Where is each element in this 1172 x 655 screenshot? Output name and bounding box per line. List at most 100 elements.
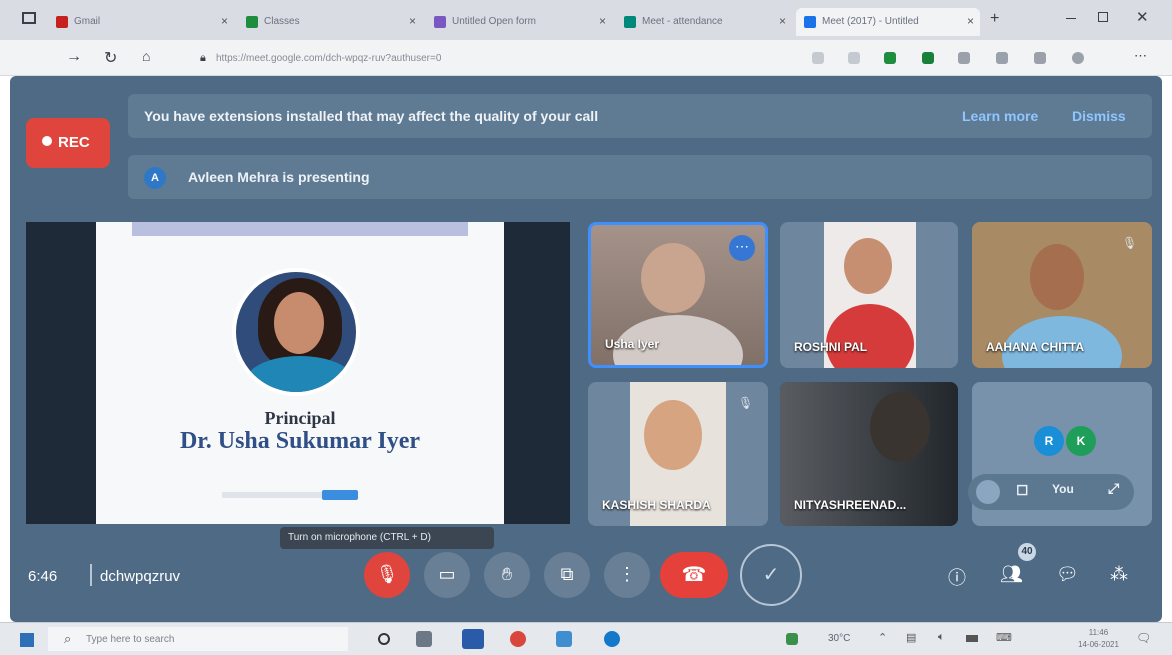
battery-icon[interactable] [966, 635, 978, 642]
word-icon[interactable] [462, 629, 484, 649]
tab-label: Meet (2017) - Untitled [822, 16, 919, 27]
profile-icon[interactable] [1072, 52, 1084, 64]
leave-call-button[interactable]: ☎︎ [660, 552, 728, 598]
extension-icon[interactable] [812, 52, 824, 64]
participant-face [1030, 244, 1084, 310]
browser-tab-4[interactable]: Meet - attendance × [616, 8, 792, 36]
back-icon[interactable]: → [66, 48, 82, 66]
people-icon[interactable]: 👥︎ [1000, 564, 1023, 585]
tray-icon[interactable] [786, 633, 798, 645]
tab-label: Gmail [74, 16, 101, 27]
chat-icon[interactable]: 💬︎ [1056, 564, 1079, 585]
participant-face [641, 243, 705, 313]
tray-arrow-icon[interactable]: ⌃ [878, 631, 887, 644]
home-icon[interactable]: ⌂ [142, 48, 150, 64]
learn-more-link[interactable]: Learn more [962, 108, 1038, 124]
file-explorer-icon[interactable] [416, 631, 432, 647]
minimize-icon[interactable] [1066, 18, 1076, 19]
camera-toggle-button[interactable]: ▭ [424, 552, 470, 598]
close-icon[interactable]: × [599, 14, 606, 28]
slide-header-bar [132, 222, 468, 236]
participant-tile[interactable]: ROSHNI PAL [780, 222, 958, 368]
self-label: You [1052, 482, 1074, 496]
notifications-icon[interactable]: 🗨︎ [1136, 631, 1151, 645]
raise-hand-button[interactable]: ✋︎ [484, 552, 530, 598]
system-clock[interactable]: 11:46 14-06-2021 [1078, 627, 1119, 651]
taskbar-search-field[interactable]: ⌕ Type here to search [48, 627, 348, 651]
close-icon[interactable]: × [221, 14, 228, 28]
close-icon[interactable]: × [409, 14, 416, 28]
weather-temperature[interactable]: 30°C [828, 633, 850, 644]
new-tab-button[interactable]: + [990, 10, 999, 28]
extension-icon[interactable] [1034, 52, 1046, 64]
participant-face [644, 400, 702, 470]
presenter-avatar: A [144, 167, 166, 189]
participant-tile[interactable]: ⋯ Usha Iyer [588, 222, 768, 368]
search-placeholder: Type here to search [86, 634, 175, 645]
browser-tab-2[interactable]: Classes × [238, 8, 422, 36]
tab-label: Meet - attendance [642, 16, 723, 27]
principal-portrait [232, 268, 360, 396]
slide-footer-button [322, 490, 358, 500]
close-icon[interactable]: × [779, 14, 786, 28]
self-view-controls: ◻ You ⤢ [968, 474, 1134, 510]
participant-name: Usha Iyer [605, 337, 660, 351]
close-icon[interactable]: × [967, 14, 974, 28]
browser-tab-3[interactable]: Untitled Open form × [426, 8, 612, 36]
browser-tab-active[interactable]: Meet (2017) - Untitled × [796, 8, 980, 36]
volume-icon[interactable]: 🔈︎ [938, 631, 945, 644]
extension-icon[interactable] [848, 52, 860, 64]
self-camera-icon[interactable]: ◻ [1016, 480, 1028, 498]
participant-tile[interactable]: 🎙︎ AAHANA CHITTA [972, 222, 1152, 368]
participant-tile[interactable]: NITYASHREENAD... [780, 382, 958, 526]
slide-role: Principal [264, 408, 336, 428]
edge-icon[interactable] [604, 631, 620, 647]
url-field[interactable]: https://meet.google.com/dch-wpqz-ruv?aut… [216, 48, 836, 70]
participant-tile[interactable]: 🎙︎ KASHISH SHARDA [588, 382, 768, 526]
window-icon[interactable] [22, 12, 36, 24]
activities-icon[interactable]: ⁂ [1110, 564, 1128, 585]
rec-label: REC [58, 134, 90, 151]
present-screen-button[interactable]: ⧉ [544, 552, 590, 598]
tab-favicon [804, 16, 816, 28]
search-icon: ⌕ [64, 631, 72, 646]
extension-check-icon[interactable] [884, 52, 896, 64]
tab-label: Classes [264, 16, 300, 27]
participant-avatar: R [1034, 426, 1064, 456]
clock-date: 14-06-2021 [1078, 640, 1119, 649]
keyboard-icon[interactable]: ⌨︎ [996, 631, 1012, 644]
network-icon[interactable]: ▤ [906, 631, 916, 644]
meeting-code: dchwpqzruv [100, 568, 181, 585]
browser-tab-1[interactable]: Gmail × [48, 8, 234, 36]
info-icon[interactable]: ⓘ [948, 564, 966, 590]
extension-icon[interactable] [958, 52, 970, 64]
task-view-icon[interactable] [378, 633, 390, 645]
record-dot-icon [42, 136, 52, 146]
menu-icon[interactable]: ⋯ [1134, 48, 1147, 64]
tab-favicon [434, 16, 446, 28]
recording-indicator: REC [26, 118, 110, 168]
expand-icon[interactable]: ⤢ [1108, 480, 1119, 497]
store-icon[interactable] [556, 631, 572, 647]
windows-start-icon[interactable] [20, 633, 34, 647]
refresh-icon[interactable]: ↻ [104, 48, 117, 68]
microphone-toggle-button[interactable]: 🎙︎ [364, 552, 410, 598]
address-bar: → ↻ ⌂ 🔒︎ https://meet.google.com/dch-wpq… [0, 40, 1172, 76]
more-options-button[interactable]: ⋮ [604, 552, 650, 598]
tab-favicon [624, 16, 636, 28]
extension-icon[interactable] [922, 52, 934, 64]
presenting-text: Avleen Mehra is presenting [188, 169, 370, 185]
dismiss-link[interactable]: Dismiss [1072, 108, 1126, 124]
maximize-icon[interactable] [1098, 12, 1108, 22]
participant-face [870, 392, 930, 462]
window-close-icon[interactable]: ✕ [1136, 8, 1149, 26]
lock-icon: 🔒︎ [200, 52, 206, 64]
attendance-check-button[interactable]: ✓ [740, 544, 802, 606]
self-mic-icon[interactable] [976, 480, 1000, 504]
tab-favicon [246, 16, 258, 28]
more-options-icon[interactable]: ⋯ [729, 235, 755, 261]
divider [90, 564, 92, 586]
microphone-tooltip: Turn on microphone (CTRL + D) [280, 527, 494, 549]
chrome-icon[interactable] [510, 631, 526, 647]
extension-icon[interactable] [996, 52, 1008, 64]
